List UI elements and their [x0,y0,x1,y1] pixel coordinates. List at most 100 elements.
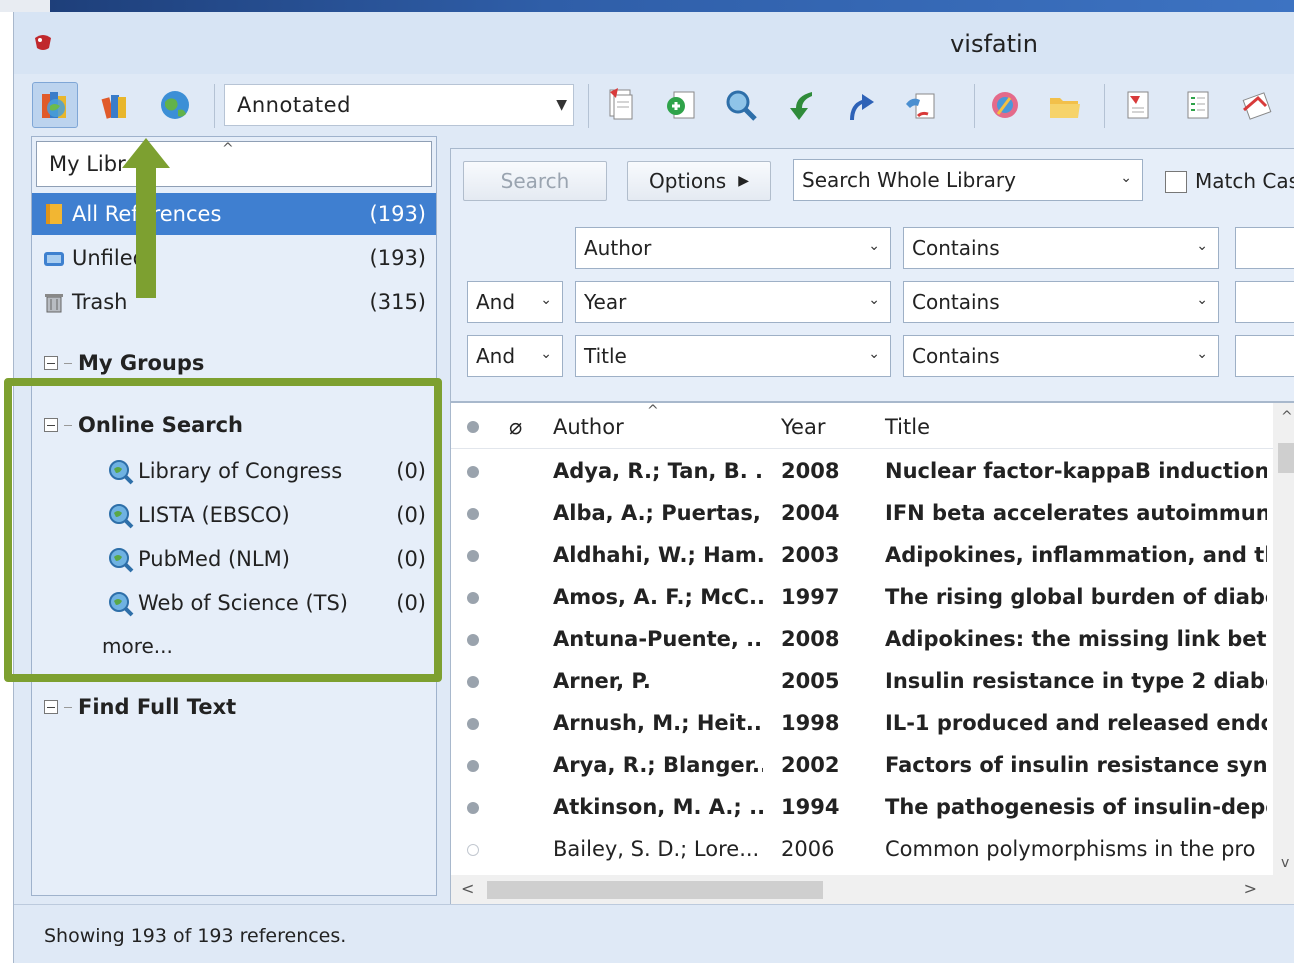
collapse-icon[interactable] [44,700,58,714]
search-term-input-1[interactable] [1235,227,1294,269]
endnote-app-icon[interactable] [32,32,54,52]
group-all-references[interactable]: All References (193) [32,193,436,235]
arrow-up-icon [122,138,170,298]
match-case-checkbox[interactable] [1165,171,1187,193]
read-status-icon[interactable] [467,802,479,814]
boolean-select-2[interactable]: And ⌄ [467,281,563,323]
export-icon[interactable] [838,82,884,128]
scroll-right-icon[interactable]: > [1244,879,1257,898]
attachment-column-icon[interactable]: ⌀ [509,415,522,440]
match-case-label: Match Case [1195,169,1294,193]
table-row[interactable]: Antuna-Puente, ... 2008 Adipokines: the mi… [451,619,1271,661]
options-button[interactable]: Options ▶ [627,161,771,201]
library-combo[interactable]: My Libr [36,141,432,187]
section-my-groups[interactable]: My Groups [32,343,436,383]
search-term-input-3[interactable] [1235,335,1294,377]
operator-value: Contains [912,344,1000,368]
table-row[interactable]: Arnush, M.; Heit... 1998 IL-1 produced and… [451,703,1271,745]
read-status-column-icon[interactable] [467,421,479,433]
column-header-author[interactable]: Author [553,415,624,439]
scroll-down-icon[interactable]: v [1281,855,1289,871]
read-status-icon[interactable] [467,676,479,688]
group-unfiled[interactable]: Unfiled (193) [32,237,436,279]
table-row[interactable]: Bailey, S. D.; Lore... 2006 Common polymor… [451,829,1271,871]
chevron-down-icon: ⌄ [540,292,552,308]
open-file-icon[interactable] [1042,82,1088,128]
search-field-select-3[interactable]: Title ⌄ [575,335,891,377]
online-search-mode-icon[interactable] [152,82,198,128]
find-full-text-icon[interactable] [898,82,944,128]
group-trash[interactable]: Trash (315) [32,281,436,323]
read-status-icon[interactable] [467,592,479,604]
read-status-icon[interactable] [467,634,479,646]
search-field-select-2[interactable]: Year ⌄ [575,281,891,323]
chevron-down-icon: ⌄ [868,346,880,362]
cell-title: IL-1 produced and released endog [885,711,1267,735]
scroll-up-icon[interactable]: ^ [1281,409,1293,425]
output-style-select[interactable]: Annotated ▼ [224,84,574,126]
table-row[interactable]: Amos, A. F.; McC... 1997 The rising global… [451,577,1271,619]
read-status-icon[interactable] [467,760,479,772]
read-status-icon[interactable] [467,550,479,562]
cell-author: Arya, R.; Blanger... [553,753,763,777]
sort-asc-icon: ^ [647,403,659,419]
return-to-word-icon[interactable] [1234,82,1280,128]
import-icon[interactable] [778,82,824,128]
search-operator-select-2[interactable]: Contains ⌄ [903,281,1219,323]
new-reference-icon[interactable] [658,82,704,128]
insert-citation-icon[interactable] [1114,82,1160,128]
table-row[interactable]: Arya, R.; Blanger... 2002 Factors of insul… [451,745,1271,787]
format-bibliography-icon[interactable] [1174,82,1220,128]
search-scope-select[interactable]: Search Whole Library ⌄ [793,159,1143,201]
column-header-year[interactable]: Year [781,415,825,439]
cell-year: 2008 [781,627,840,651]
cell-title: Adipokines: the missing link betwe [885,627,1267,651]
search-button[interactable]: Search [463,161,607,201]
collapse-icon[interactable] [44,356,58,370]
toolbar-separator [588,84,589,128]
boolean-select-3[interactable]: And ⌄ [467,335,563,377]
table-row[interactable]: Atkinson, M. A.; ... 1994 The pathogenesis… [451,787,1271,829]
read-status-icon[interactable] [467,508,479,520]
status-text: Showing 193 of 193 references. [44,925,347,947]
read-status-icon[interactable] [467,718,479,730]
search-field-select-1[interactable]: Author ⌄ [575,227,891,269]
online-search-icon[interactable] [718,82,764,128]
chevron-down-icon: ⌄ [868,292,880,308]
cell-author: Aldhahi, W.; Ham... [553,543,763,567]
horizontal-scroll-thumb[interactable] [487,881,823,899]
table-row[interactable]: Adya, R.; Tan, B. ... 2008 Nuclear factor-… [451,451,1271,493]
toolbar: Annotated ▼ [14,74,1294,136]
open-link-icon[interactable] [982,82,1028,128]
options-label: Options [649,169,727,193]
integrated-library-icon[interactable] [92,82,138,128]
unfiled-icon [44,252,64,266]
search-operator-select-3[interactable]: Contains ⌄ [903,335,1219,377]
table-row[interactable]: Arner, P. 2005 Insulin resistance in type … [451,661,1271,703]
horizontal-scrollbar[interactable]: < > [451,875,1294,905]
vertical-scrollbar[interactable]: ^ v [1273,403,1294,877]
read-status-icon[interactable] [467,466,479,478]
chevron-down-icon: ⌄ [1196,292,1208,308]
chevron-down-icon: ⌄ [1196,238,1208,254]
column-header-title[interactable]: Title [885,415,930,439]
chevron-down-icon: ⌄ [868,238,880,254]
search-scope-value: Search Whole Library [802,168,1016,192]
vertical-scroll-thumb[interactable] [1278,443,1294,473]
operator-value: Contains [912,290,1000,314]
cell-title: The pathogenesis of insulin-depen [885,795,1267,819]
chevron-down-icon: ⌄ [1120,170,1132,186]
section-find-full-text[interactable]: Find Full Text [32,687,436,727]
table-row[interactable]: Alba, A.; Puertas,... 2004 IFN beta accele… [451,493,1271,535]
cell-title: Factors of insulin resistance syndrc [885,753,1267,777]
table-row[interactable]: Aldhahi, W.; Ham... 2003 Adipokines, infla… [451,535,1271,577]
copy-formatted-icon[interactable] [598,82,644,128]
search-operator-select-1[interactable]: Contains ⌄ [903,227,1219,269]
title-bar: visfatin [14,12,1294,74]
read-status-icon[interactable] [467,844,479,856]
scroll-left-icon[interactable]: < [461,879,474,898]
cell-author: Alba, A.; Puertas,... [553,501,763,525]
search-term-input-2[interactable] [1235,281,1294,323]
cell-year: 2002 [781,753,840,777]
local-library-icon[interactable] [32,82,78,128]
